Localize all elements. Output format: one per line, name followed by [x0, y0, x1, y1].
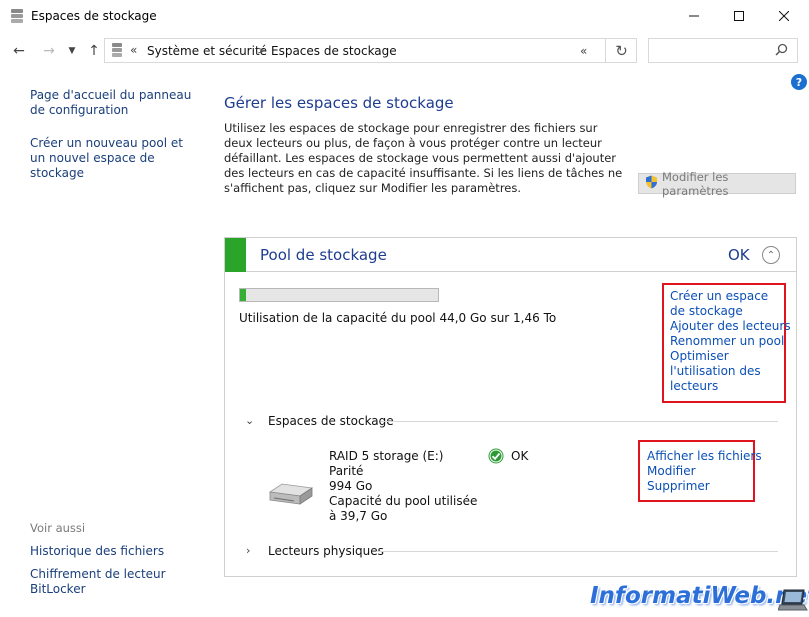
- laptop-logo-icon: [777, 588, 808, 615]
- physical-drives-section-title[interactable]: Lecteurs physiques: [268, 544, 384, 558]
- minimize-icon[interactable]: [671, 0, 717, 32]
- pool-name: Pool de stockage: [260, 246, 387, 264]
- up-arrow-icon[interactable]: ↑: [85, 42, 103, 60]
- breadcrumb-overflow[interactable]: «: [130, 43, 137, 57]
- page-description: Utilisez les espaces de stockage pour en…: [224, 121, 623, 195]
- space-status: OK: [511, 449, 529, 463]
- view-files-link[interactable]: Afficher les fichiers: [647, 449, 762, 464]
- address-history-chevron-icon[interactable]: «: [580, 44, 587, 58]
- refresh-icon[interactable]: ↻: [605, 38, 637, 63]
- pool-usage-fill: [240, 289, 246, 301]
- add-drives-link[interactable]: Ajouter des lecteurs: [670, 319, 791, 334]
- spaces-section-chevron-icon[interactable]: ⌄: [245, 414, 254, 427]
- delete-space-link[interactable]: Supprimer: [647, 479, 710, 494]
- see-also-file-history[interactable]: Historique des fichiers: [30, 544, 200, 559]
- breadcrumb-storage-spaces[interactable]: Espaces de stockage: [271, 44, 397, 58]
- sidebar-link-create-pool[interactable]: Créer un nouveau pool et un nouvel espac…: [30, 136, 200, 181]
- hard-drive-icon: [268, 482, 314, 509]
- ok-check-icon: [488, 448, 504, 467]
- space-name: RAID 5 storage (E:): [329, 449, 444, 463]
- collapse-chevron-icon[interactable]: ⌃: [762, 246, 780, 264]
- control-panel-icon: [111, 42, 123, 61]
- optimize-drives-link[interactable]: Optimiser l'utilisation des lecteurs: [670, 349, 780, 394]
- modify-settings-button[interactable]: Modifier les paramètres: [638, 170, 796, 198]
- pool-status-stripe: [225, 238, 246, 272]
- spaces-section-title[interactable]: Espaces de stockage: [268, 414, 394, 428]
- space-pool-used: Capacité du pool utilisée à 39,7 Go: [329, 494, 478, 523]
- space-size: 994 Go: [329, 479, 373, 493]
- watermark-logo: InformatiWeb.net: [590, 583, 809, 609]
- uac-shield-icon: [645, 175, 658, 192]
- pool-usage-text: Utilisation de la capacité du pool 44,0 …: [239, 311, 557, 325]
- recent-locations-chevron-icon[interactable]: ▼: [66, 42, 78, 60]
- storage-spaces-icon: [10, 8, 24, 24]
- forward-arrow-icon[interactable]: →: [40, 42, 58, 60]
- breadcrumb-separator: >: [257, 44, 267, 57]
- modify-space-link[interactable]: Modifier: [647, 464, 696, 479]
- spaces-section-divider: [381, 421, 778, 422]
- pool-usage-bar: [239, 288, 439, 302]
- window-title: Espaces de stockage: [31, 9, 157, 23]
- pool-status: OK: [728, 246, 750, 264]
- maximize-icon[interactable]: [716, 0, 762, 32]
- modify-settings-label: Modifier les paramètres: [662, 169, 729, 198]
- back-arrow-icon[interactable]: ←: [10, 42, 28, 60]
- sidebar-link-control-panel-home[interactable]: Page d'accueil du panneau de configurati…: [30, 88, 200, 118]
- rename-pool-link[interactable]: Renommer un pool: [670, 334, 784, 349]
- space-type: Parité: [329, 464, 364, 478]
- see-also-bitlocker[interactable]: Chiffrement de lecteur BitLocker: [30, 567, 170, 597]
- physical-section-chevron-icon[interactable]: ›: [246, 544, 250, 557]
- breadcrumb-system-security[interactable]: Système et sécurité: [147, 44, 267, 58]
- help-icon[interactable]: ?: [791, 74, 807, 90]
- physical-section-divider: [376, 551, 778, 552]
- see-also-title: Voir aussi: [30, 521, 86, 535]
- page-title: Gérer les espaces de stockage: [224, 94, 454, 112]
- close-icon[interactable]: [761, 0, 807, 32]
- create-space-link[interactable]: Créer un espace de stockage: [670, 289, 780, 319]
- search-icon: [775, 43, 788, 59]
